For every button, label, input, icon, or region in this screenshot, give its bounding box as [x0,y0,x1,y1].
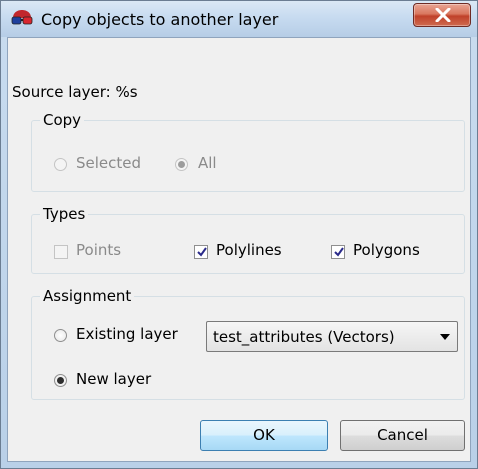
copy-group-legend: Copy [40,111,85,129]
checkbox-points[interactable] [54,245,68,259]
assignment-group-legend: Assignment [40,287,135,305]
checkbox-points-label: Points [76,241,122,259]
chevron-down-icon [440,334,450,340]
radio-new-layer[interactable] [54,374,67,387]
checkbox-polygons-label: Polygons [353,241,420,259]
close-button[interactable] [413,3,471,27]
checkbox-polygons[interactable] [331,245,345,259]
radio-existing-layer-label: Existing layer [76,325,178,343]
checkbox-polylines-label: Polylines [216,241,282,259]
radio-new-layer-label: New layer [76,370,152,388]
radio-selected[interactable] [54,158,67,171]
window-title: Copy objects to another layer [41,10,279,29]
title-bar[interactable]: Copy objects to another layer [1,1,477,37]
checkmark-icon [334,247,344,257]
checkbox-polylines[interactable] [194,245,208,259]
checkmark-icon [197,247,207,257]
source-layer-label: Source layer: %s [12,83,138,101]
3d-glasses-icon [11,9,33,27]
cancel-button[interactable]: Cancel [340,420,465,451]
radio-all[interactable] [175,158,188,171]
dialog-body: Source layer: %s Copy Selected All Types… [7,37,471,462]
dialog-window: Copy objects to another layer Source lay… [0,0,478,469]
ok-button[interactable]: OK [200,420,328,451]
layer-select[interactable]: test_attributes (Vectors) [206,321,458,352]
close-icon [435,8,451,22]
layer-select-value: test_attributes (Vectors) [213,328,395,346]
radio-selected-label: Selected [76,154,142,172]
radio-all-label: All [198,154,217,172]
radio-existing-layer[interactable] [54,329,67,342]
types-group-legend: Types [40,205,89,223]
